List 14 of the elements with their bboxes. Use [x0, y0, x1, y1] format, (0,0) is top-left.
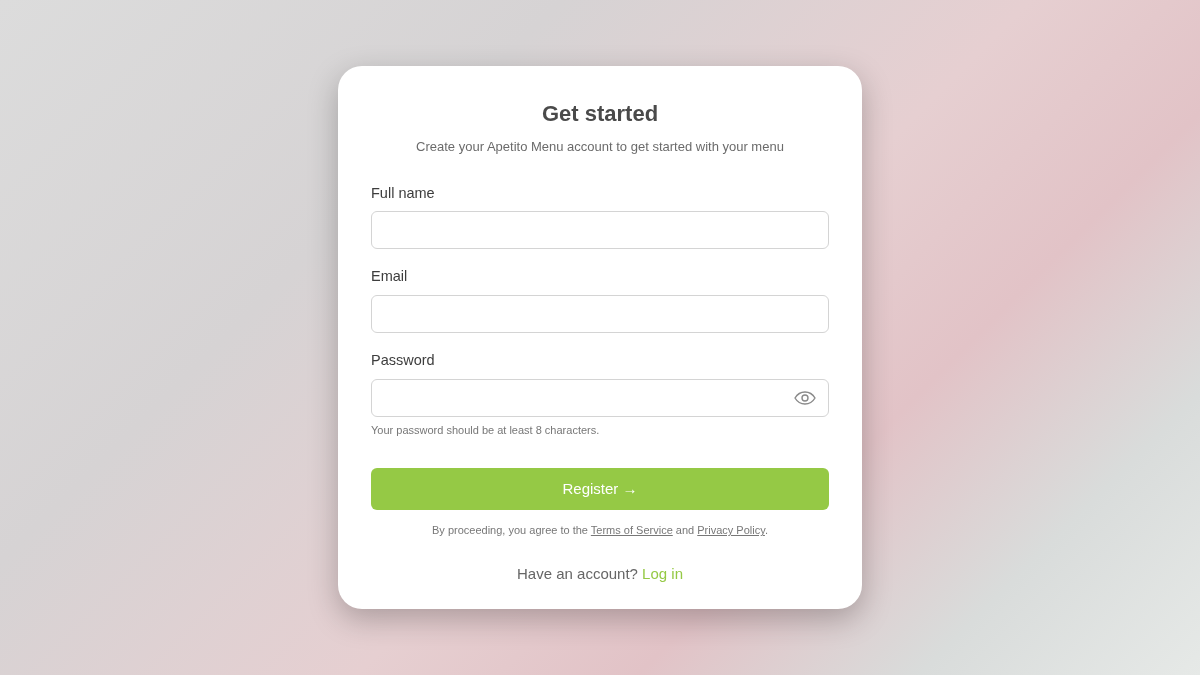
- form-subtitle: Create your Apetito Menu account to get started with your menu: [415, 138, 785, 157]
- privacy-link[interactable]: Privacy Policy: [697, 524, 765, 537]
- field-label: Password: [371, 351, 436, 371]
- login-prompt: Have an account? Log in: [516, 563, 684, 584]
- eye-icon[interactable]: [794, 390, 816, 405]
- terms-text: By proceeding, you agree to the Terms of Service and Privacy Policy.: [431, 523, 769, 539]
- name-field[interactable]: [371, 211, 829, 250]
- field-label: Full name: [371, 183, 436, 203]
- form-title: Get started: [540, 99, 660, 128]
- field-label: Email: [371, 267, 409, 287]
- terms-link[interactable]: Terms of Service: [590, 524, 673, 537]
- password-field[interactable]: [371, 378, 829, 417]
- hint-text: Your password should be at least 8 characters.: [371, 422, 601, 438]
- email-field[interactable]: [371, 295, 829, 334]
